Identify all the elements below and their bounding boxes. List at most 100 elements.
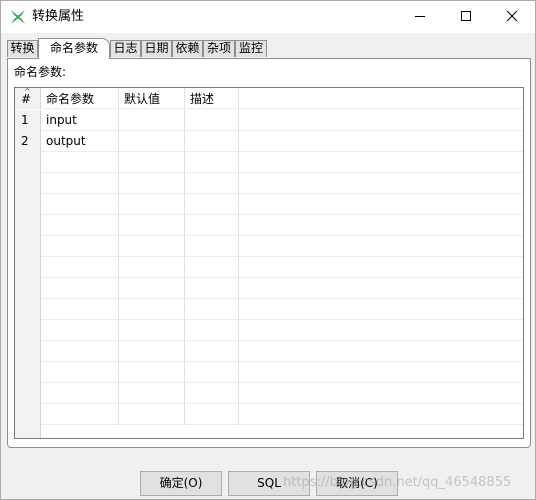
empty-table-row[interactable]: [15, 278, 523, 299]
empty-cell[interactable]: [185, 173, 239, 194]
param-name-cell[interactable]: output: [41, 131, 119, 152]
column-header-default[interactable]: 默认值: [119, 88, 185, 109]
empty-cell[interactable]: [41, 215, 119, 236]
tab-dates[interactable]: 日期: [141, 40, 172, 57]
empty-cell[interactable]: [119, 236, 185, 257]
empty-cell[interactable]: [41, 152, 119, 173]
empty-cell[interactable]: [185, 278, 239, 299]
column-header-name[interactable]: 命名参数: [41, 88, 119, 109]
empty-table-row[interactable]: [15, 194, 523, 215]
empty-cell[interactable]: [119, 383, 185, 404]
minimize-icon: [415, 16, 425, 17]
empty-cell[interactable]: [41, 404, 119, 425]
empty-table-row[interactable]: [15, 173, 523, 194]
empty-cell[interactable]: [41, 383, 119, 404]
named-parameters-label: 命名参数:: [14, 65, 67, 79]
empty-cell[interactable]: [119, 194, 185, 215]
row-number: [15, 383, 41, 404]
empty-cell[interactable]: [41, 362, 119, 383]
row-number: [15, 236, 41, 257]
empty-cell[interactable]: [185, 299, 239, 320]
sort-up-icon: ^: [24, 88, 31, 96]
row-number: [15, 152, 41, 173]
tab-logging[interactable]: 日志: [110, 40, 141, 57]
param-default-cell[interactable]: [119, 110, 185, 131]
title-bar[interactable]: 转换属性: [1, 1, 535, 33]
named-parameters-panel: 命名参数: ^ # 命名参数 默认值 描述 1 input 2 output: [7, 58, 531, 448]
empty-cell[interactable]: [41, 194, 119, 215]
empty-cell[interactable]: [185, 362, 239, 383]
empty-cell[interactable]: [119, 152, 185, 173]
param-description-cell[interactable]: [185, 110, 239, 131]
empty-table-row[interactable]: [15, 383, 523, 404]
empty-cell[interactable]: [119, 362, 185, 383]
row-number: 1: [15, 110, 41, 131]
row-number: [15, 173, 41, 194]
empty-cell[interactable]: [41, 257, 119, 278]
row-number: [15, 299, 41, 320]
close-button[interactable]: [489, 1, 535, 31]
row-number: 2: [15, 131, 41, 152]
empty-cell[interactable]: [119, 404, 185, 425]
empty-cell[interactable]: [119, 215, 185, 236]
empty-table-row[interactable]: [15, 404, 523, 425]
column-header-number[interactable]: ^ #: [15, 88, 41, 109]
empty-cell[interactable]: [119, 341, 185, 362]
param-default-cell[interactable]: [119, 131, 185, 152]
transformation-properties-dialog: 转换属性 转换 命名参数 日志 日期 依赖 杂项 监控 命名参数: ^ # 命名…: [0, 0, 536, 500]
empty-table-row[interactable]: [15, 236, 523, 257]
empty-table-row[interactable]: [15, 215, 523, 236]
row-number: [15, 278, 41, 299]
empty-cell[interactable]: [185, 215, 239, 236]
row-number: [15, 362, 41, 383]
column-header-description[interactable]: 描述: [185, 88, 239, 109]
empty-cell[interactable]: [119, 299, 185, 320]
empty-cell[interactable]: [119, 173, 185, 194]
tab-transformation[interactable]: 转换: [7, 40, 38, 57]
empty-cell[interactable]: [119, 278, 185, 299]
empty-cell[interactable]: [119, 320, 185, 341]
maximize-icon: [461, 11, 471, 21]
tab-misc[interactable]: 杂项: [203, 40, 235, 57]
ok-button[interactable]: 确定(O): [140, 471, 222, 496]
empty-cell[interactable]: [119, 257, 185, 278]
empty-cell[interactable]: [185, 194, 239, 215]
tab-monitoring[interactable]: 监控: [235, 40, 267, 57]
empty-table-row[interactable]: [15, 341, 523, 362]
param-name-cell[interactable]: input: [41, 110, 119, 131]
tab-dependencies[interactable]: 依赖: [172, 40, 203, 57]
empty-cell[interactable]: [185, 341, 239, 362]
tab-named-parameters[interactable]: 命名参数: [38, 38, 110, 59]
empty-cell[interactable]: [185, 236, 239, 257]
watermark-text: https://blog.csdn.net/qq_46548855: [283, 475, 512, 490]
maximize-button[interactable]: [443, 1, 489, 31]
table-row[interactable]: 2 output: [15, 131, 523, 152]
row-gutter-filler: [15, 425, 41, 438]
empty-cell[interactable]: [185, 257, 239, 278]
empty-table-row[interactable]: [15, 257, 523, 278]
window-title: 转换属性: [32, 9, 85, 24]
row-number: [15, 341, 41, 362]
empty-cell[interactable]: [185, 383, 239, 404]
table-row[interactable]: 1 input: [15, 110, 523, 131]
empty-table-row[interactable]: [15, 320, 523, 341]
empty-cell[interactable]: [41, 320, 119, 341]
empty-table-row[interactable]: [15, 152, 523, 173]
close-icon: [506, 10, 518, 22]
empty-cell[interactable]: [41, 236, 119, 257]
row-number: [15, 215, 41, 236]
empty-cell[interactable]: [41, 173, 119, 194]
row-number: [15, 320, 41, 341]
empty-table-row[interactable]: [15, 362, 523, 383]
param-description-cell[interactable]: [185, 131, 239, 152]
row-number: [15, 194, 41, 215]
empty-cell[interactable]: [41, 341, 119, 362]
empty-cell[interactable]: [41, 299, 119, 320]
empty-cell[interactable]: [41, 278, 119, 299]
parameters-table[interactable]: ^ # 命名参数 默认值 描述 1 input 2 output: [14, 87, 524, 439]
empty-cell[interactable]: [185, 152, 239, 173]
empty-cell[interactable]: [185, 404, 239, 425]
minimize-button[interactable]: [397, 1, 443, 31]
empty-cell[interactable]: [185, 320, 239, 341]
empty-table-row[interactable]: [15, 299, 523, 320]
